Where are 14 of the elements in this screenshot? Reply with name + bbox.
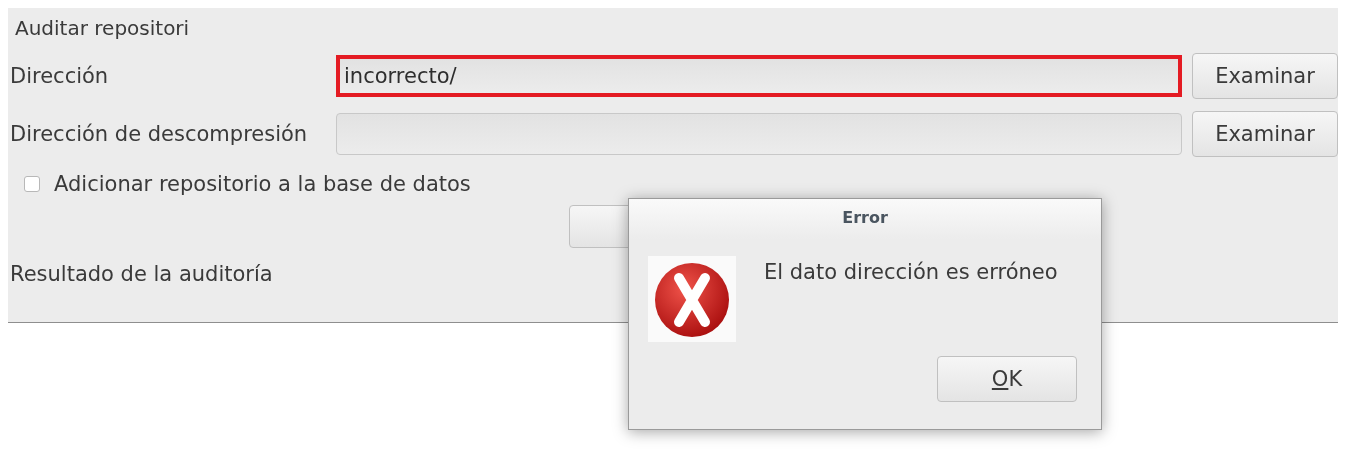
path-field[interactable]: incorrecto/ — [336, 55, 1182, 97]
browse-button[interactable]: Examinar — [1192, 111, 1338, 157]
checkbox[interactable] — [24, 176, 40, 192]
error-icon — [648, 256, 736, 342]
result-title: Resultado de la auditoría — [10, 262, 273, 286]
dialog-title: Error — [629, 199, 1101, 239]
path-field[interactable] — [336, 113, 1182, 155]
checkbox-label: Adicionar repositorio a la base de datos — [54, 172, 471, 196]
section-title: Auditar repositori — [15, 16, 191, 42]
ok-button[interactable]: OK — [937, 356, 1077, 402]
error-message: El dato dirección es erróneo — [764, 260, 1058, 284]
field-label: Dirección de descompresión — [10, 122, 309, 146]
field-label: Dirección — [10, 64, 110, 88]
browse-button[interactable]: Examinar — [1192, 53, 1338, 99]
